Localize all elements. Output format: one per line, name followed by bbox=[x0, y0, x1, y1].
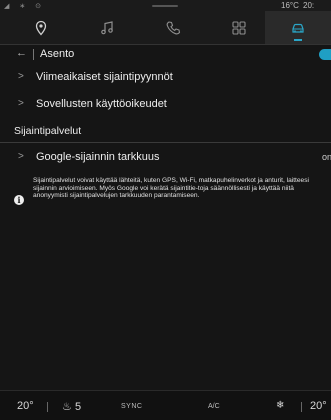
active-tab-indicator bbox=[294, 39, 302, 41]
info-note: i Sijaintipalvelut voivat käyttää lähtei… bbox=[14, 177, 318, 221]
page-header: ← Asento bbox=[0, 44, 331, 66]
tab-apps[interactable] bbox=[206, 11, 272, 44]
climate-bar: 20° ♨ 5 SYNC A/C ❄ 20° bbox=[0, 390, 331, 420]
tab-media[interactable] bbox=[74, 11, 140, 44]
tab-phone[interactable] bbox=[140, 11, 206, 44]
car-icon bbox=[292, 23, 304, 33]
main-navigation bbox=[0, 11, 331, 45]
chevron-right-icon: > bbox=[18, 151, 24, 162]
section-divider bbox=[0, 142, 331, 143]
ac-button[interactable]: A/C bbox=[208, 403, 220, 410]
signal-icon: ◢ ∗ ⊙ bbox=[4, 3, 46, 10]
tab-vehicle[interactable] bbox=[265, 11, 331, 44]
google-location-accuracy-item[interactable]: > Google-sijainnin tarkkuus on bbox=[0, 148, 331, 168]
header-divider bbox=[33, 49, 34, 60]
fan-icon[interactable]: ❄ bbox=[276, 400, 284, 411]
info-text: Sijaintipalvelut voivat käyttää lähteitä… bbox=[33, 177, 309, 200]
tab-navigation[interactable] bbox=[8, 11, 74, 44]
seat-heater-control[interactable]: ♨ 5 bbox=[62, 400, 81, 413]
phone-icon bbox=[166, 20, 181, 34]
accuracy-status: on bbox=[322, 152, 331, 162]
climate-divider bbox=[301, 402, 302, 412]
sync-button[interactable]: SYNC bbox=[121, 403, 142, 410]
notification-handle[interactable] bbox=[152, 5, 178, 7]
driver-temperature[interactable]: 20° bbox=[17, 400, 34, 412]
passenger-temperature[interactable]: 20° bbox=[310, 400, 327, 412]
section-title: Sijaintipalvelut bbox=[14, 125, 82, 137]
music-icon bbox=[101, 20, 113, 34]
menu-item-label: Sovellusten käyttöoikeudet bbox=[36, 98, 167, 110]
seat-heater-level: 5 bbox=[74, 401, 82, 413]
clock: 20: bbox=[303, 1, 315, 10]
info-icon: i bbox=[14, 195, 24, 205]
location-toggle[interactable] bbox=[319, 49, 331, 60]
status-bar: ◢ ∗ ⊙ 16°C 20: bbox=[0, 0, 331, 11]
menu-item-app-permissions[interactable]: > Sovellusten käyttöoikeudet bbox=[0, 95, 331, 115]
climate-divider bbox=[47, 402, 48, 412]
menu-item-label: Viimeaikaiset sijaintipyynnöt bbox=[36, 71, 173, 83]
menu-item-label: Google-sijainnin tarkkuus bbox=[36, 151, 160, 163]
location-pin-icon bbox=[35, 20, 47, 36]
apps-icon bbox=[232, 20, 246, 35]
page-title: Asento bbox=[40, 48, 75, 60]
back-arrow-icon[interactable]: ← bbox=[16, 47, 27, 59]
chevron-right-icon: > bbox=[18, 98, 24, 109]
location-settings-page: ← Asento > Viimeaikaiset sijaintipyynnöt… bbox=[0, 44, 331, 390]
chevron-right-icon: > bbox=[18, 71, 24, 82]
menu-item-recent-requests[interactable]: > Viimeaikaiset sijaintipyynnöt bbox=[0, 68, 331, 88]
outside-temperature: 16°C bbox=[281, 1, 299, 10]
seat-heater-icon: ♨ bbox=[62, 401, 72, 413]
